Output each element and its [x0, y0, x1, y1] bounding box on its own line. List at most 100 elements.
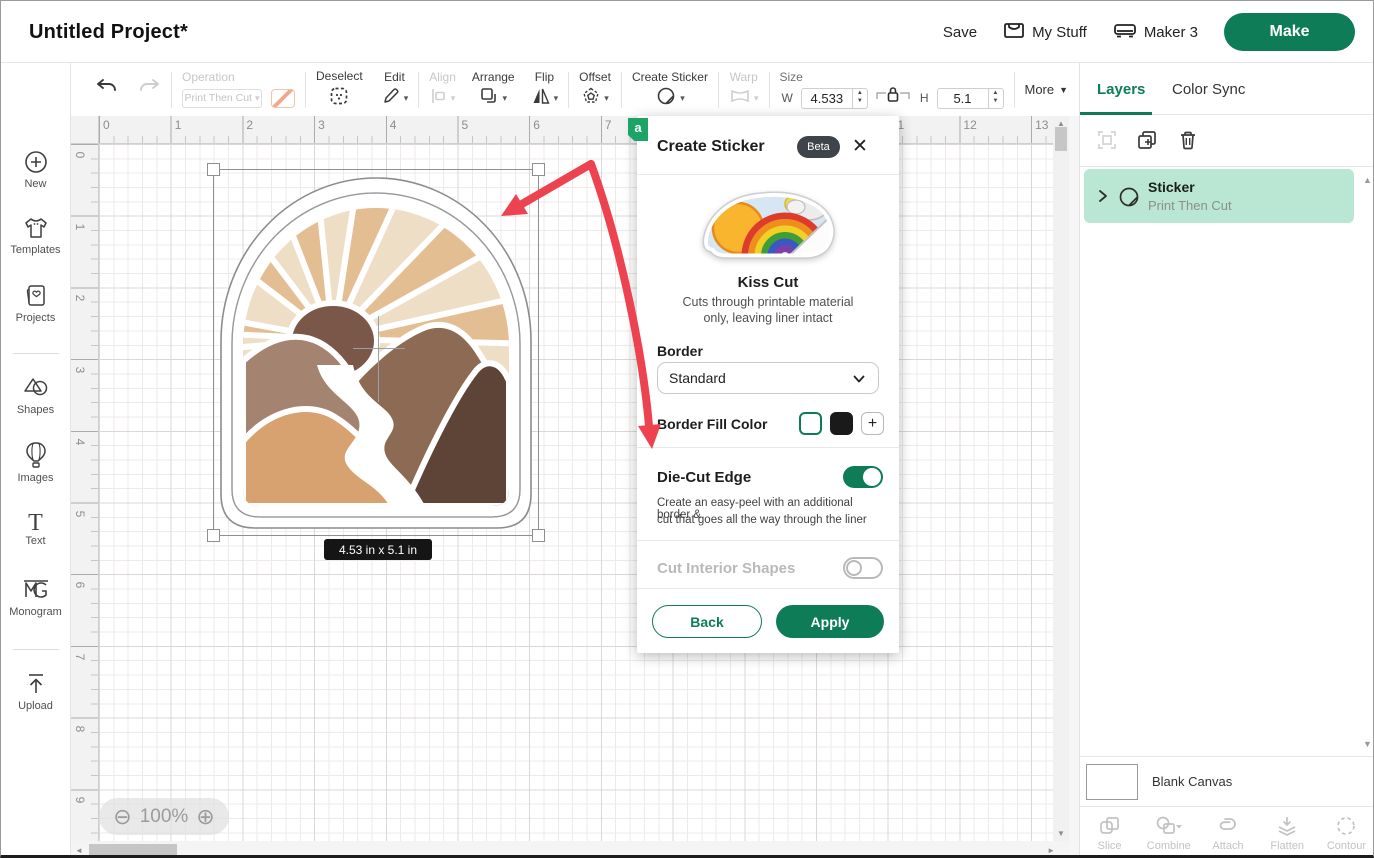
attach-icon [1215, 814, 1241, 838]
ruler-number: 12 [963, 118, 976, 132]
warp-button: Warp ▾ [729, 70, 759, 109]
monogram-icon [1, 577, 70, 603]
arrange-button[interactable]: Arrange ▾ [472, 70, 515, 109]
back-button[interactable]: Back [652, 605, 762, 638]
upload-icon [1, 671, 70, 697]
sidebar-label: New [1, 178, 70, 190]
deselect-button[interactable]: Deselect [316, 69, 363, 111]
flip-button[interactable]: Flip ▾ [531, 70, 559, 109]
layer-row-sticker[interactable]: Sticker Print Then Cut [1084, 169, 1354, 223]
popup-divider [637, 588, 899, 589]
fill-swatch-black[interactable] [830, 412, 853, 435]
die-cut-edge-toggle[interactable] [843, 466, 883, 488]
sidebar-item-shapes[interactable]: Shapes [1, 375, 70, 416]
create-sticker-button[interactable]: Create Sticker ▾ [632, 70, 708, 109]
sticker-layer-icon [1116, 184, 1142, 210]
create-sticker-label: Create Sticker [632, 70, 708, 84]
save-button[interactable]: Save [943, 24, 977, 41]
close-icon[interactable]: ✕ [852, 135, 868, 158]
height-input[interactable]: 5.1 ▲▼ [937, 88, 1004, 109]
scroll-left-icon[interactable]: ◄ [75, 846, 83, 855]
zoom-in-icon[interactable]: ⊕ [196, 806, 214, 828]
sidebar-item-upload[interactable]: Upload [1, 671, 70, 712]
tab-layers[interactable]: Layers [1097, 81, 1145, 98]
height-value[interactable]: 5.1 [937, 88, 989, 109]
operation-group: Operation Print Then Cut ▾ [182, 70, 295, 109]
offset-icon [581, 86, 601, 111]
create-sticker-popup: Create Sticker Beta ✕ [637, 116, 899, 653]
edit-button[interactable]: Edit ▾ [381, 70, 409, 109]
more-button[interactable]: More ▼ [1025, 82, 1069, 97]
blank-canvas-label: Blank Canvas [1152, 774, 1232, 789]
fill-swatch-white[interactable] [799, 412, 822, 435]
redo-icon[interactable] [137, 76, 161, 103]
top-bar: Untitled Project* Save My Stuff Maker 3 … [1, 1, 1374, 63]
operation-dropdown[interactable]: Print Then Cut ▾ [182, 89, 262, 108]
vertical-scrollbar[interactable]: ▲ ▼ [1053, 116, 1069, 841]
sidebar-item-images[interactable]: Images [1, 441, 70, 484]
vertical-scroll-thumb[interactable] [1055, 127, 1067, 151]
blank-canvas-row[interactable]: Blank Canvas [1080, 756, 1374, 806]
warp-label: Warp [730, 70, 758, 84]
flatten-button: Flatten [1258, 807, 1317, 858]
ruler-number: 1 [175, 118, 182, 132]
flatten-icon [1275, 814, 1299, 838]
make-button[interactable]: Make [1224, 13, 1355, 51]
height-stepper[interactable]: ▲▼ [989, 88, 1004, 109]
machine-button[interactable]: Maker 3 [1113, 20, 1198, 44]
caret-down-icon: ▼ [1059, 85, 1068, 95]
add-color-button[interactable]: + [861, 412, 884, 435]
width-label: W [782, 91, 793, 105]
caret-down-icon: ▾ [255, 93, 260, 104]
sidebar-label: Shapes [1, 404, 70, 416]
apply-button[interactable]: Apply [776, 605, 884, 638]
expand-chevron-icon[interactable] [1096, 188, 1110, 204]
cut-interior-toggle[interactable] [843, 557, 883, 579]
arrange-label: Arrange [472, 70, 515, 84]
lock-icon[interactable] [873, 84, 913, 113]
combine-button: Combine [1139, 807, 1198, 858]
width-value[interactable]: 4.533 [801, 88, 853, 109]
width-input[interactable]: 4.533 ▲▼ [801, 88, 868, 109]
bottom-actions-bar: Slice Combine Attach Flatten Contour [1080, 806, 1374, 858]
sidebar-item-new[interactable]: New [1, 149, 70, 190]
border-dropdown[interactable]: Standard [657, 362, 879, 394]
zoom-out-icon[interactable]: ⊖ [113, 806, 131, 828]
popup-divider [637, 174, 899, 175]
flatten-label: Flatten [1270, 840, 1304, 852]
horizontal-scrollbar[interactable]: ◄ ► [71, 841, 1069, 858]
sidebar-item-templates[interactable]: Templates [1, 215, 70, 256]
pencil-icon [381, 86, 401, 111]
scroll-down-icon[interactable]: ▼ [1057, 829, 1065, 838]
panel-scroll-up-icon[interactable]: ▲ [1363, 175, 1372, 185]
envelope-icon [1003, 20, 1025, 44]
die-cut-desc: cut that goes all the way through the li… [657, 514, 882, 526]
ruler-number: 0 [103, 118, 110, 132]
sidebar-item-projects[interactable]: Projects [1, 283, 70, 324]
layer-title: Sticker [1148, 179, 1195, 195]
combine-icon [1154, 814, 1184, 838]
my-stuff-button[interactable]: My Stuff [1003, 20, 1087, 44]
horizontal-scroll-thumb[interactable] [89, 844, 177, 856]
canvas-color-swatch[interactable] [1086, 764, 1138, 800]
contour-icon [1334, 814, 1358, 838]
sidebar-divider [13, 353, 59, 354]
width-stepper[interactable]: ▲▼ [853, 88, 868, 109]
popup-title: Create Sticker [657, 138, 765, 156]
undo-icon[interactable] [95, 76, 119, 103]
panel-scroll-down-icon[interactable]: ▼ [1363, 739, 1372, 749]
trash-icon[interactable] [1177, 129, 1199, 151]
sidebar-item-monogram[interactable]: Monogram [1, 577, 70, 618]
text-icon: T [1, 511, 70, 535]
tab-color-sync[interactable]: Color Sync [1172, 81, 1245, 98]
caret-down-icon: ▾ [604, 93, 609, 104]
offset-button[interactable]: Offset ▾ [579, 70, 611, 109]
align-label: Align [429, 70, 456, 84]
contour-label: Contour [1327, 840, 1366, 852]
duplicate-icon[interactable] [1136, 129, 1158, 151]
operation-color-swatch[interactable] [271, 89, 295, 108]
sidebar-item-text[interactable]: T Text [1, 511, 70, 547]
sticker-artwork[interactable] [213, 169, 539, 536]
scroll-right-icon[interactable]: ► [1047, 846, 1055, 855]
design-canvas[interactable]: 012345678910111213 0123456789 [71, 116, 1079, 858]
